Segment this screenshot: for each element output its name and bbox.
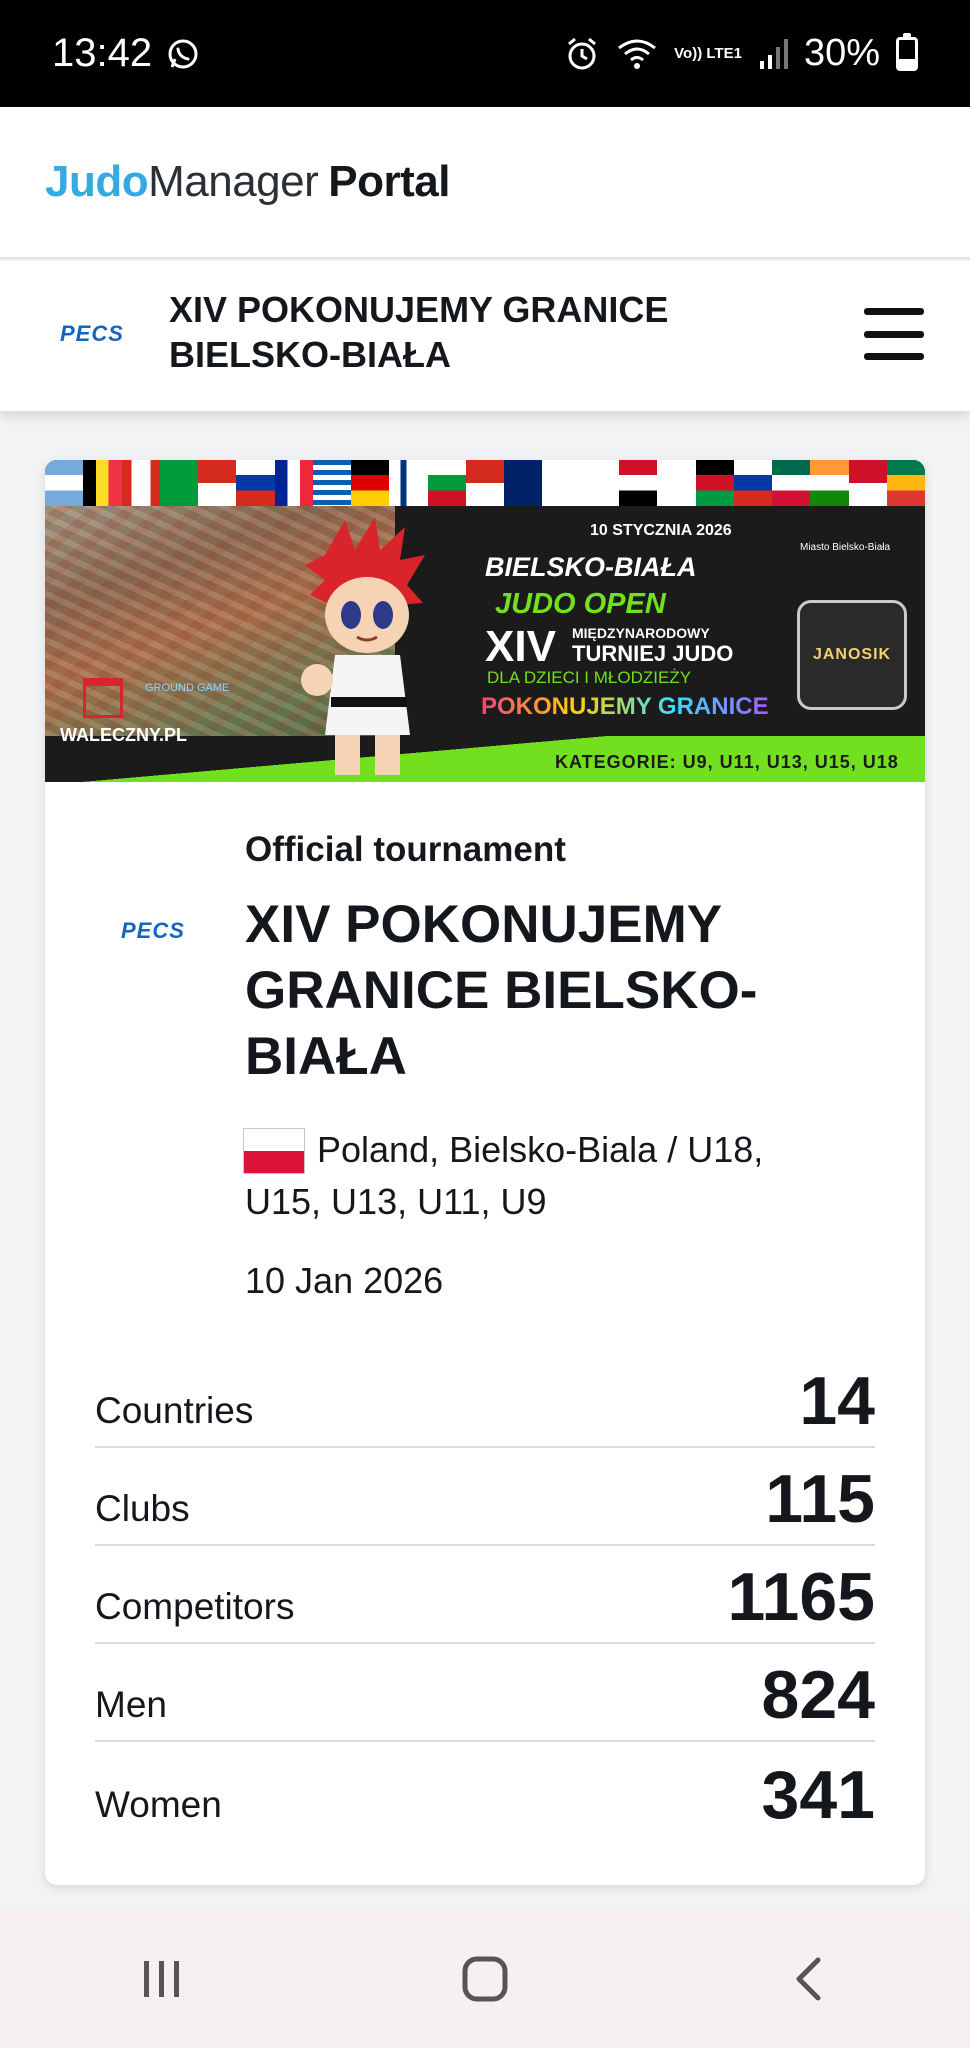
stat-label: Competitors xyxy=(95,1586,295,1627)
logo-judo: Judo xyxy=(45,157,149,206)
portal-header: JudoManager Portal xyxy=(0,107,970,259)
banner-categories: KATEGORIE: U9, U11, U13, U15, U18 xyxy=(555,752,899,772)
stat-label: Women xyxy=(95,1784,222,1825)
stats-list: Countries 14 Clubs 115 Competitors 1165 … xyxy=(95,1350,875,1840)
janosik-label: JANOSIK xyxy=(812,646,892,663)
tournament-location: Poland, Bielsko-Biala / U18, U15, U13, U… xyxy=(245,1129,764,1222)
stat-row-men: Men 824 xyxy=(95,1644,875,1742)
tournament-banner: 10 STYCZNIA 2026 BIELSKO-BIAŁA JUDO OPEN… xyxy=(45,460,925,782)
stat-row-women: Women 341 xyxy=(95,1742,875,1840)
hamburger-menu-icon[interactable] xyxy=(864,308,924,360)
status-left: 13:42 xyxy=(52,31,200,76)
wifi-icon xyxy=(616,36,658,72)
banner-judo-open: JUDO OPEN xyxy=(495,588,666,620)
pecs-logo: PECS xyxy=(60,321,124,346)
stat-value: 14 xyxy=(799,1363,875,1439)
stat-row-countries: Countries 14 xyxy=(95,1350,875,1448)
alarm-icon xyxy=(564,36,600,72)
logo-portal: Portal xyxy=(328,157,450,206)
torii-logo xyxy=(83,678,123,718)
recents-icon[interactable] xyxy=(102,1939,222,2019)
janosik-club-logo: JANOSIK xyxy=(797,600,907,710)
stat-value: 115 xyxy=(765,1461,875,1537)
status-time: 13:42 xyxy=(52,31,153,75)
flags-strip xyxy=(45,460,925,506)
tournament-title: XIV POKONUJEMY GRANICE BIELSKO-BIAŁA xyxy=(245,895,758,1086)
tournament-header: PECS XIV POKONUJEMY GRANICE BIELSKO-BIAŁ… xyxy=(0,261,970,411)
judomanager-portal-logo[interactable]: JudoManager Portal xyxy=(45,157,450,207)
network-label: Vo)) LTE1 xyxy=(674,44,742,62)
stat-label: Clubs xyxy=(95,1488,190,1529)
pecs-card-logo: PECS xyxy=(121,918,185,943)
stat-value: 1165 xyxy=(727,1559,875,1635)
banner-city: BIELSKO-BIAŁA xyxy=(485,552,697,582)
banner-international: MIĘDZYNARODOWY xyxy=(572,625,710,641)
home-icon[interactable] xyxy=(425,1939,545,2019)
signal-icon xyxy=(758,37,788,71)
stat-row-competitors: Competitors 1165 xyxy=(95,1546,875,1644)
waleczny-logo: WALECZNY.PL xyxy=(60,725,188,745)
android-navigation-bar xyxy=(0,1910,970,2048)
tournament-header-title: XIV POKONUJEMY GRANICE BIELSKO-BIAŁA xyxy=(169,289,669,375)
tournament-card: 10 STYCZNIA 2026 BIELSKO-BIAŁA JUDO OPEN… xyxy=(45,460,925,1885)
banner-for-kids: DLA DZIECI I MŁODZIEŻY xyxy=(487,668,692,687)
stat-value: 341 xyxy=(761,1757,875,1833)
whatsapp-icon xyxy=(166,37,200,71)
tournament-type: Official tournament xyxy=(245,830,566,869)
ground-game-logo: GROUND GAME xyxy=(145,682,230,694)
banner-date: 10 STYCZNIA 2026 xyxy=(590,522,732,539)
status-bar: 13:42 Vo)) LTE1 30% xyxy=(0,0,970,107)
banner-slogan: POKONUJEMY GRANICE xyxy=(481,693,769,720)
city-crest-logo: Miasto Bielsko-Biała xyxy=(800,542,891,553)
banner-roman-numeral: XIV xyxy=(485,622,556,671)
mascot-illustration xyxy=(301,517,425,775)
battery-percent: 30% xyxy=(803,32,880,74)
stat-label: Men xyxy=(95,1684,167,1725)
stat-label: Countries xyxy=(95,1390,254,1431)
battery-icon xyxy=(896,32,918,71)
back-icon[interactable] xyxy=(748,1939,868,2019)
stat-value: 824 xyxy=(761,1657,875,1733)
banner-tournament: TURNIEJ JUDO xyxy=(572,641,734,666)
status-right: Vo)) LTE1 30% xyxy=(564,32,918,75)
tournament-date: 10 Jan 2026 xyxy=(245,1260,444,1301)
logo-manager: Manager xyxy=(148,157,319,206)
stat-row-clubs: Clubs 115 xyxy=(95,1448,875,1546)
